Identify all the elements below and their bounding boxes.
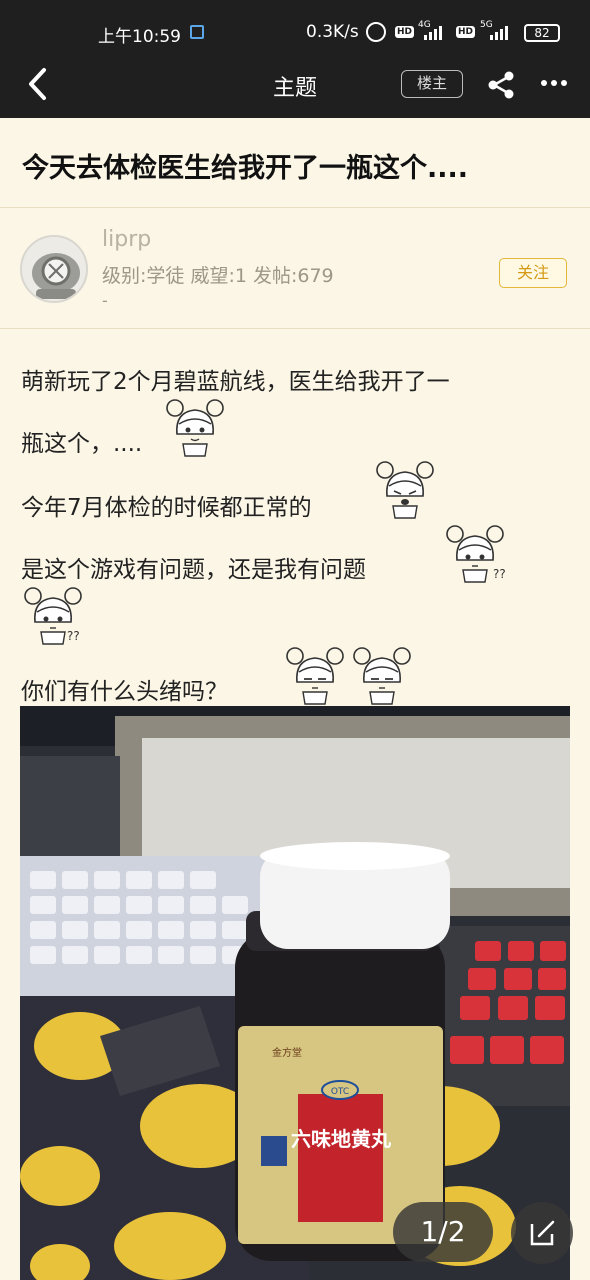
hd-badge: HD	[395, 26, 415, 38]
share-button[interactable]	[486, 70, 516, 100]
sticker-icon	[376, 461, 434, 519]
sticker-icon	[166, 399, 224, 457]
post-text-line: 你们有什么头绪吗？	[21, 679, 228, 705]
medicine-name-line1: 六味地黄丸	[291, 1127, 392, 1151]
status-time: 上午10:59	[98, 27, 181, 47]
top-nav-bar: 主题 楼主	[0, 50, 590, 118]
post-text-line: 是这个游戏有问题，还是我有问题	[21, 557, 366, 583]
post-image[interactable]: OTC 六味地黄丸 金方堂	[20, 706, 570, 1280]
notification-icon	[190, 25, 204, 39]
svg-text:??: ??	[493, 567, 506, 581]
post-title: 今天去体检医生给我开了一瓶这个....	[22, 153, 469, 184]
post-text-line: 萌新玩了2个月碧蓝航线，医生给我开了一	[21, 369, 450, 395]
signal-icon	[424, 24, 442, 40]
svg-text:??: ??	[67, 629, 80, 643]
sticker-icon	[286, 647, 344, 705]
owner-only-button[interactable]: 楼主	[401, 70, 463, 98]
post-text-line: 今年7月体检的时候都正常的	[21, 495, 312, 521]
avatar-image	[22, 237, 86, 301]
alarm-icon	[366, 22, 386, 42]
post-text-line: 瓶这个，....	[21, 431, 143, 457]
reply-button[interactable]	[511, 1202, 573, 1264]
signal-icon	[490, 24, 508, 40]
follow-button[interactable]: 关注	[499, 258, 567, 288]
more-icon	[541, 80, 567, 86]
status-bar: 上午10:59 0.3K/s HD 4G HD 5G 82	[0, 0, 590, 50]
edit-icon	[530, 1220, 555, 1246]
sticker-icon: ??	[446, 525, 506, 583]
author-signature: -	[102, 291, 108, 310]
sticker-icon: ??	[24, 587, 82, 645]
avatar[interactable]	[20, 235, 88, 303]
otc-label: OTC	[331, 1087, 349, 1097]
share-icon	[488, 71, 514, 99]
net-speed: 0.3K/s	[306, 22, 359, 42]
author-name[interactable]: liprp	[102, 227, 151, 252]
more-button[interactable]	[540, 64, 570, 101]
medicine-bottle-photo: OTC 六味地黄丸 金方堂	[20, 706, 570, 1280]
image-pager[interactable]: 1/2	[393, 1202, 493, 1262]
battery-icon: 82	[524, 24, 560, 42]
author-meta: 级别:学徒 威望:1 发帖:679	[102, 265, 334, 287]
brand-label: 金方堂	[272, 1046, 302, 1059]
hd-badge: HD	[456, 26, 476, 38]
sticker-icon	[353, 647, 411, 705]
post-title-bar: 今天去体检医生给我开了一瓶这个....	[0, 118, 590, 208]
